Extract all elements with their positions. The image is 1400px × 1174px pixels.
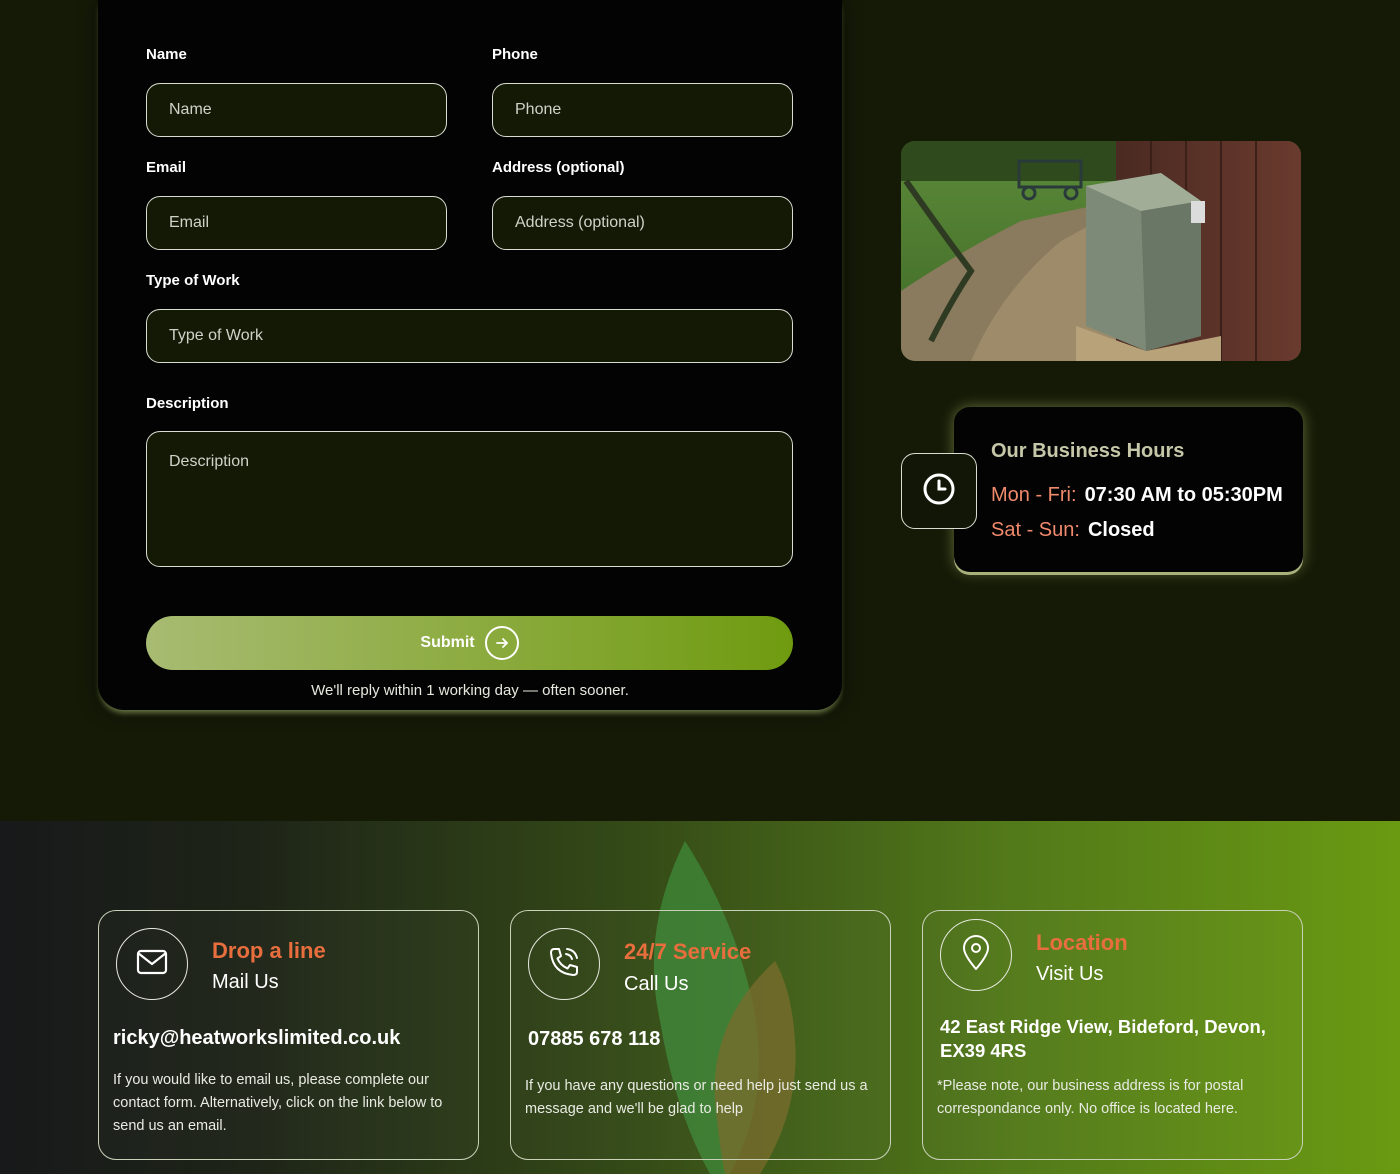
submit-label: Submit <box>420 634 475 651</box>
arrow-right-icon <box>484 626 519 660</box>
contact-section: Drop a line Mail Us ricky@heatworkslimit… <box>0 821 1400 1174</box>
phone-kicker: 24/7 Service <box>624 939 752 964</box>
phone-label: Phone <box>492 46 538 63</box>
weekday-value: 07:30 AM to 05:30PM <box>1084 484 1283 506</box>
weekend-label: Sat - Sun: <box>991 519 1080 541</box>
phone-icon-circle <box>528 928 600 1000</box>
mail-card: Drop a line Mail Us ricky@heatworkslimit… <box>98 910 479 1160</box>
email-label: Email <box>146 159 187 176</box>
quote-form-card: Name Phone Email Address (optional) Type… <box>98 0 842 710</box>
location-address: 42 East Ridge View, Bideford, Devon, EX3… <box>940 1016 1266 1061</box>
address-input[interactable] <box>492 196 793 250</box>
mail-icon <box>136 949 168 980</box>
email-input[interactable] <box>146 196 447 250</box>
mail-kicker: Drop a line <box>212 938 326 963</box>
description-textarea[interactable] <box>146 431 793 567</box>
name-label: Name <box>146 46 187 63</box>
phone-card: 24/7 Service Call Us 07885 678 118 If yo… <box>510 910 891 1160</box>
clock-icon <box>922 472 956 511</box>
phone-icon <box>547 945 581 984</box>
mail-icon-circle <box>116 928 188 1000</box>
hours-title: Our Business Hours <box>991 440 1185 462</box>
mail-subtitle: Mail Us <box>212 971 279 993</box>
location-subtitle: Visit Us <box>1036 963 1104 985</box>
mail-description: If you would like to email us, please co… <box>113 1072 443 1134</box>
weekend-hours-row: Sat - Sun: Closed <box>991 519 1155 542</box>
boiler-photo <box>901 141 1301 361</box>
weekday-label: Mon - Fri: <box>991 484 1077 506</box>
description-label: Description <box>146 395 229 412</box>
phone-link[interactable]: 07885 678 118 <box>528 1028 660 1051</box>
clock-icon-box <box>901 453 977 529</box>
address-label: Address (optional) <box>492 159 625 176</box>
business-hours-card: Our Business Hours Mon - Fri: 07:30 AM to… <box>954 407 1303 572</box>
phone-input[interactable] <box>492 83 793 137</box>
type-of-work-label: Type of Work <box>146 272 240 289</box>
phone-subtitle: Call Us <box>624 973 689 995</box>
name-input[interactable] <box>146 83 447 137</box>
location-pin-icon <box>961 934 991 976</box>
location-card: Location Visit Us 42 East Ridge View, Bi… <box>922 910 1303 1160</box>
location-icon-circle <box>940 919 1012 991</box>
type-of-work-input[interactable] <box>146 309 793 363</box>
submit-button[interactable]: Submit <box>146 616 793 670</box>
weekday-hours-row: Mon - Fri: 07:30 AM to 05:30PM <box>991 484 1283 507</box>
location-description: *Please note, our business address is fo… <box>937 1078 1244 1117</box>
location-kicker: Location <box>1036 930 1128 955</box>
phone-description: If you have any questions or need help j… <box>525 1078 868 1117</box>
reply-note: We'll reply within 1 working day — often… <box>311 682 629 699</box>
mail-link[interactable]: ricky@heatworkslimited.co.uk <box>113 1027 400 1050</box>
weekend-value: Closed <box>1087 519 1155 541</box>
